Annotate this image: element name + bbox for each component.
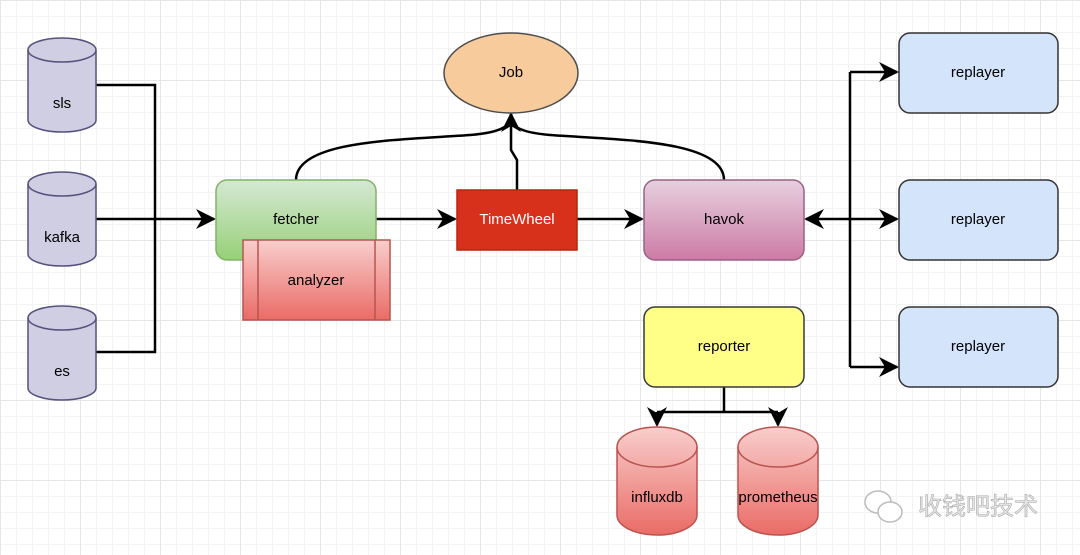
es-database[interactable]: es (27, 305, 97, 401)
reporter-label: reporter (698, 338, 751, 355)
job-node[interactable]: Job (443, 32, 579, 114)
edge-havok-to-job (509, 113, 726, 181)
analyzer-label: analyzer (288, 272, 345, 289)
sls-label: sls (53, 95, 71, 112)
havok-node[interactable]: havok (643, 179, 805, 261)
es-label: es (54, 363, 70, 380)
timewheel-node[interactable]: TimeWheel (456, 189, 578, 251)
replayer-node-3[interactable]: replayer (898, 306, 1059, 388)
influxdb-database[interactable]: influxdb (616, 426, 698, 536)
prometheus-label: prometheus (738, 489, 817, 506)
prometheus-database[interactable]: prometheus (737, 426, 819, 536)
analyzer-node[interactable]: analyzer (242, 239, 391, 321)
wechat-icon (864, 490, 903, 523)
job-label: Job (499, 64, 523, 81)
watermark-text: 收钱吧技术 (918, 493, 1038, 520)
havok-label: havok (704, 211, 745, 228)
fetcher-label: fetcher (273, 211, 319, 228)
replayer-label: replayer (951, 64, 1005, 81)
kafka-label: kafka (44, 229, 81, 246)
replayer-node-1[interactable]: replayer (898, 32, 1059, 114)
watermark: 收钱吧技术 (864, 490, 1038, 523)
kafka-database[interactable]: kafka (27, 171, 97, 267)
sls-database[interactable]: sls (27, 37, 97, 133)
replayer-label: replayer (951, 211, 1005, 228)
influxdb-label: influxdb (631, 489, 683, 506)
reporter-node[interactable]: reporter (643, 306, 805, 388)
architecture-diagram: sls kafka es fetcher analyzer TimeWheel … (27, 32, 1059, 536)
edge-fetcher-to-job (294, 112, 521, 181)
replayer-node-2[interactable]: replayer (898, 179, 1059, 261)
replayer-label: replayer (951, 338, 1005, 355)
timewheel-label: TimeWheel (479, 211, 554, 228)
